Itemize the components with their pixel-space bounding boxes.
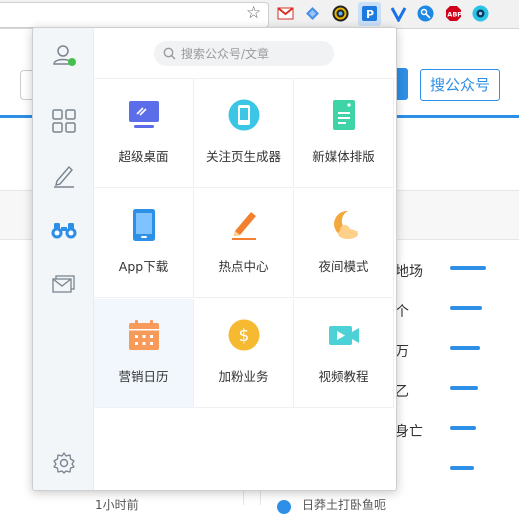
popup-sidebar [33,28,94,490]
bookmark-icon[interactable] [304,5,321,22]
tool-label: 加粉业务 [218,369,269,384]
user-online-icon[interactable] [48,39,80,71]
rank-item[interactable]: 个 [395,301,409,321]
rank-item[interactable]: 乙 [395,381,409,401]
settings-icon[interactable] [48,447,80,479]
tool-label: 视频教程 [318,369,369,384]
search-accounts-button[interactable]: 搜公众号 [420,69,500,101]
key-icon[interactable] [417,5,434,22]
document-icon [333,100,355,130]
rank-bar [450,466,474,470]
tool-video-tutorial[interactable]: 视频教程 [294,299,394,408]
rank-item[interactable]: 万 [395,341,409,361]
v-icon[interactable] [390,5,407,22]
phone-circle-icon [228,99,260,131]
rank-item[interactable]: 身亡 [395,421,423,441]
rank-bar [450,426,476,430]
search-icon [163,47,176,60]
tool-night-mode[interactable]: 夜间模式 [294,189,394,298]
camera-icon[interactable] [472,5,489,22]
tool-follow-page-generator[interactable]: 关注页生成器 [194,79,294,188]
edit-icon[interactable] [48,160,80,192]
rank-bar [450,346,480,350]
tool-label: 热点中心 [218,259,269,274]
tool-label: App下载 [118,259,169,274]
tool-marketing-calendar[interactable]: 营销日历 [94,299,194,408]
color-picker-icon[interactable] [332,5,349,22]
rank-bar [450,266,486,270]
tablet-icon [133,209,155,241]
tool-follower-service[interactable]: $ 加粉业务 [194,299,294,408]
tools-grid: 超级桌面 关注页生成器 新媒体排版 App下载 热点中心 夜间模式 营销日历 $… [94,78,396,409]
active-extension-icon[interactable]: P [361,5,378,22]
list-bullet-icon [277,500,291,514]
mail-icon[interactable] [48,268,80,300]
abp-icon[interactable]: ABP [445,5,462,22]
tool-app-download[interactable]: App下载 [94,189,194,298]
tool-hot-topics[interactable]: 热点中心 [194,189,294,298]
moon-cloud-icon [334,210,358,239]
browser-toolbar: ☆ P ABP [0,0,519,29]
gmail-icon[interactable] [277,5,294,22]
tool-label: 夜间模式 [318,259,369,274]
tool-label: 超级桌面 [118,149,169,164]
rank-bar [450,306,482,310]
grid-apps-icon[interactable] [48,105,80,137]
coin-icon: $ [228,319,260,351]
svg-text:$: $ [239,326,250,346]
search-input[interactable] [181,41,329,66]
svg-text:ABP: ABP [447,11,462,19]
tool-label: 新媒体排版 [312,149,375,164]
extension-popup: 超级桌面 关注页生成器 新媒体排版 [32,27,397,491]
binoculars-icon[interactable] [48,214,80,246]
tool-new-media-layout[interactable]: 新媒体排版 [294,79,394,188]
rank-bar [450,386,478,390]
tool-super-desktop[interactable]: 超级桌面 [94,79,194,188]
tool-label: 营销日历 [118,369,169,384]
tool-label: 关注页生成器 [205,149,281,164]
bookmark-star-icon[interactable]: ☆ [246,3,261,23]
calendar-icon [129,320,159,350]
video-icon [329,326,359,345]
popup-search-box[interactable] [154,41,334,66]
rank-item[interactable]: 地场 [395,261,423,281]
address-bar[interactable] [0,2,269,28]
svg-text:P: P [366,8,374,21]
monitor-icon [129,101,159,128]
pencil-icon [232,212,256,240]
